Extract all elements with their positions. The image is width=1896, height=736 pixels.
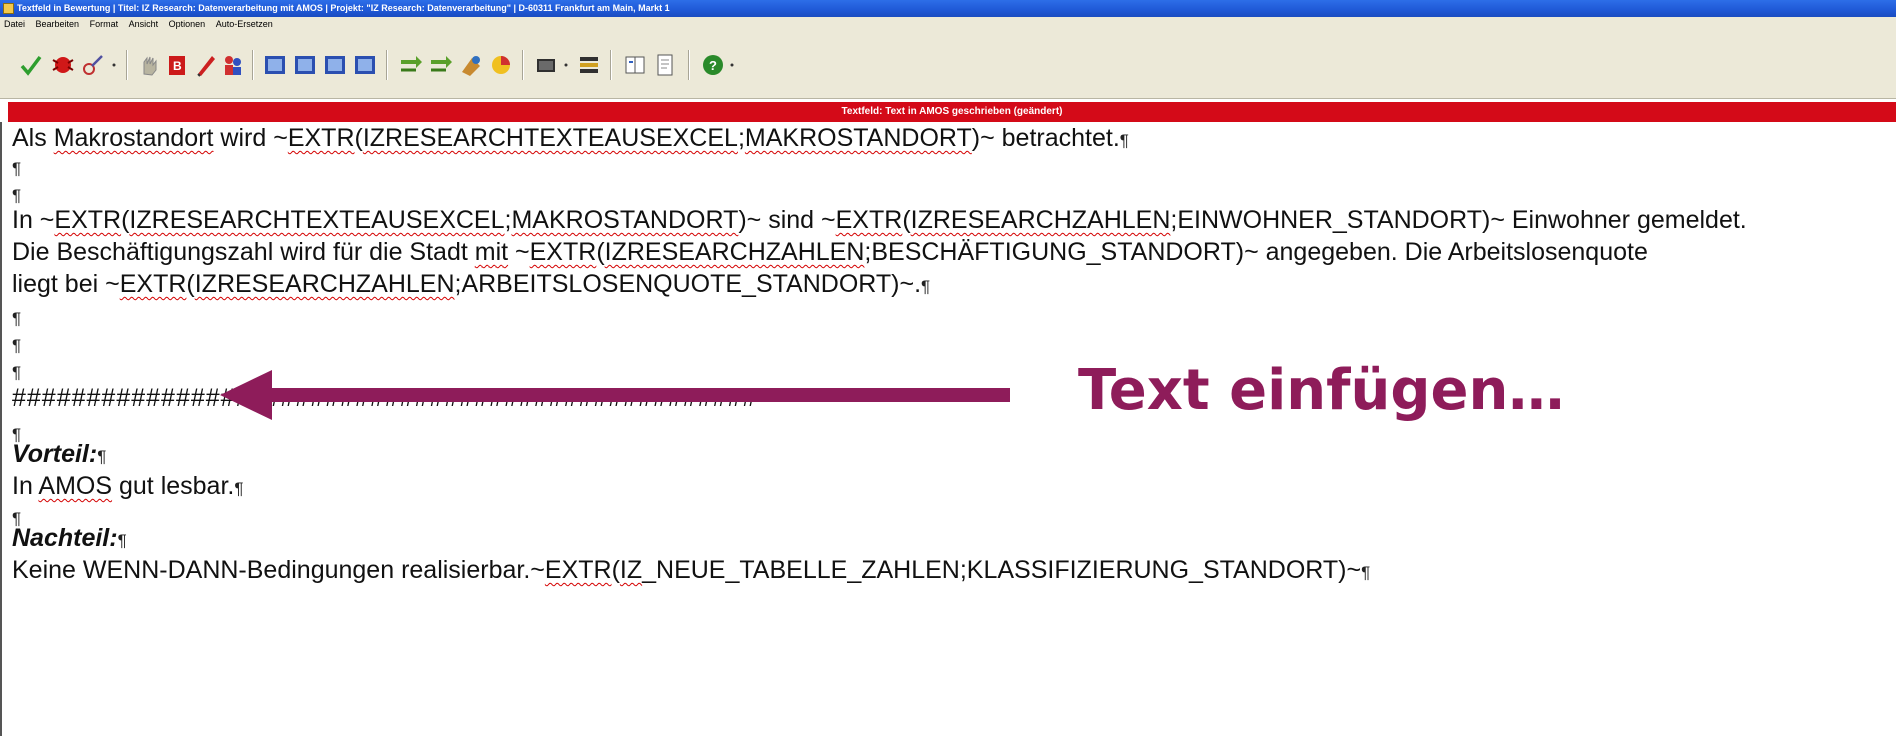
list-icon[interactable] [576,52,602,78]
view3-icon[interactable] [322,52,348,78]
hand-icon[interactable] [136,52,162,78]
toolbar-separator [126,50,128,80]
view1-icon[interactable] [262,52,288,78]
text-line: liegt bei ~EXTR(IZRESEARCHZAHLEN;ARBEITS… [12,270,931,298]
paint-icon[interactable] [458,52,484,78]
toolbar-separator [522,50,524,80]
toolbar-separator [252,50,254,80]
text-line: In ~EXTR(IZRESEARCHTEXTEAUSEXCEL;MAKROST… [12,206,1747,234]
text-line: In AMOS gut lesbar.¶ [12,472,244,500]
empty-paragraph: ¶ [12,186,22,205]
window-title: Textfeld in Bewertung | Titel: IZ Resear… [17,3,670,13]
arrow-left-icon [220,370,1010,420]
text-editor[interactable]: Als Makrostandort wird ~EXTR(IZRESEARCHT… [0,122,1896,736]
pen-icon[interactable] [80,52,106,78]
dropdown-icon[interactable] [108,52,120,78]
menu-auto-ersetzen[interactable]: Auto-Ersetzen [212,19,277,29]
menubar: Datei Bearbeiten Format Ansicht Optionen… [0,17,1896,32]
menu-optionen[interactable]: Optionen [165,19,210,29]
document-icon[interactable] [652,52,678,78]
menu-bearbeiten[interactable]: Bearbeiten [32,19,84,29]
menu-ansicht[interactable]: Ansicht [125,19,163,29]
check-icon[interactable] [18,52,44,78]
help-icon[interactable]: ? [700,52,726,78]
bug-icon[interactable] [50,52,76,78]
figures-icon[interactable] [220,52,246,78]
dropdown-icon[interactable] [560,52,572,78]
toolbar-separator [688,50,690,80]
arrows2-icon[interactable] [428,52,454,78]
chart-icon[interactable] [488,52,514,78]
empty-paragraph: ¶ [12,309,22,328]
pencil-icon[interactable] [192,52,218,78]
toolbar: B ? [0,32,1896,99]
status-banner: Textfeld: Text in AMOS geschrieben (geän… [8,102,1896,122]
arrows1-icon[interactable] [398,52,424,78]
empty-paragraph: ¶ [12,159,22,178]
toolbar-separator [610,50,612,80]
svg-text:?: ? [709,58,717,73]
film-icon[interactable] [534,52,560,78]
text-line: Die Beschäftigungszahl wird für die Stad… [12,238,1648,266]
window-titlebar: Textfeld in Bewertung | Titel: IZ Resear… [0,0,1896,17]
empty-paragraph: ¶ [12,336,22,355]
menu-datei[interactable]: Datei [0,19,29,29]
app-icon [3,3,14,14]
toolbar-separator [386,50,388,80]
dropdown-icon[interactable] [726,52,738,78]
text-line: Keine WENN-DANN-Bedingungen realisierbar… [12,556,1371,584]
text-line: Als Makrostandort wird ~EXTR(IZRESEARCHT… [12,124,1129,152]
book-open-icon[interactable] [622,52,648,78]
menu-format[interactable]: Format [86,19,123,29]
view2-icon[interactable] [292,52,318,78]
book-red-icon[interactable]: B [164,52,190,78]
svg-text:B: B [173,59,182,73]
empty-paragraph: ¶ [12,363,22,382]
nachteil-heading: Nachteil:¶ [12,524,127,552]
view4-icon[interactable] [352,52,378,78]
vorteil-heading: Vorteil:¶ [12,440,107,468]
annotation-label: Text einfügen… [1078,358,1565,423]
